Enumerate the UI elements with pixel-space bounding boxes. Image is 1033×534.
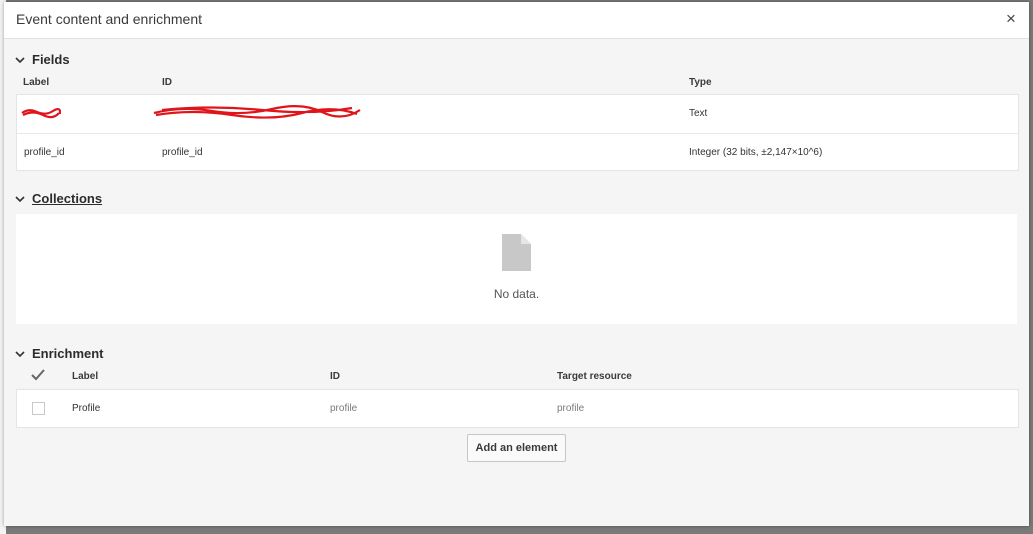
- chevron-down-icon: [15, 56, 25, 63]
- enrichment-col-id[interactable]: ID: [330, 371, 340, 382]
- document-icon: [502, 234, 531, 271]
- fields-section-toggle[interactable]: Fields: [14, 52, 70, 67]
- field-type-cell: Text: [689, 108, 708, 119]
- collections-section-toggle[interactable]: Collections: [14, 191, 102, 206]
- field-label-cell: profile_id: [24, 147, 65, 158]
- table-row[interactable]: Profile profile profile: [17, 390, 1018, 427]
- chevron-down-icon: [15, 350, 25, 357]
- fields-title: Fields: [32, 52, 70, 67]
- enrichment-col-target[interactable]: Target resource: [557, 371, 632, 382]
- field-type-cell: Integer (32 bits, ±2,147×10^6): [689, 147, 823, 158]
- dialog-header: Event content and enrichment ×: [4, 2, 1029, 39]
- fields-col-type[interactable]: Type: [689, 77, 712, 88]
- enrichment-title: Enrichment: [32, 346, 104, 361]
- enrichment-id-cell: profile: [330, 403, 358, 414]
- select-all-check-icon[interactable]: [31, 369, 45, 381]
- field-id-cell: profile_id: [162, 147, 203, 158]
- close-icon[interactable]: ×: [1003, 10, 1019, 28]
- table-row[interactable]: Text: [17, 95, 1018, 132]
- chevron-down-icon: [15, 195, 25, 202]
- fields-col-label[interactable]: Label: [23, 77, 49, 88]
- enrichment-label-cell: Profile: [72, 403, 101, 414]
- add-element-button[interactable]: Add an element: [467, 434, 566, 462]
- collections-title[interactable]: Collections: [32, 191, 102, 206]
- enrichment-target-cell: profile: [557, 403, 585, 414]
- table-row[interactable]: profile_id profile_id Integer (32 bits, …: [17, 133, 1018, 171]
- no-data-text: No data.: [493, 287, 540, 301]
- fields-col-id[interactable]: ID: [162, 77, 172, 88]
- enrichment-col-label[interactable]: Label: [72, 371, 98, 382]
- fields-table: Text profile_id profile_id Integer (32 b…: [16, 94, 1019, 171]
- row-checkbox[interactable]: [32, 402, 45, 415]
- collections-empty-state: No data.: [16, 214, 1017, 324]
- enrichment-table: Profile profile profile: [16, 389, 1019, 428]
- event-content-dialog: Event content and enrichment × Fields La…: [4, 2, 1029, 526]
- redaction-mark: [153, 105, 361, 119]
- dialog-title: Event content and enrichment: [16, 11, 203, 27]
- enrichment-section-toggle[interactable]: Enrichment: [14, 346, 104, 361]
- redaction-mark: [21, 107, 61, 119]
